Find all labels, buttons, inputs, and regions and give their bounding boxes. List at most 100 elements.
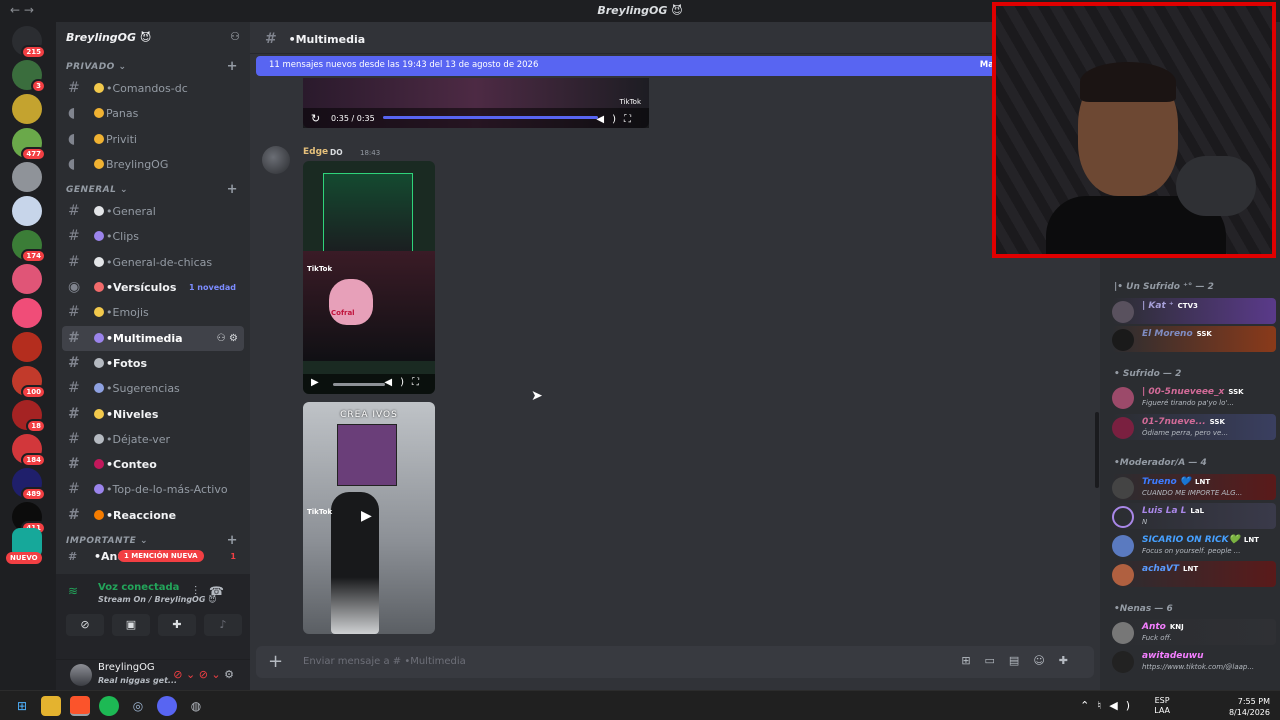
channel-item[interactable]: ▸#•Reaccione bbox=[62, 503, 244, 528]
message-input[interactable]: Enviar mensaje a # •Multimedia bbox=[303, 656, 466, 667]
disconnect-icon[interactable]: ⫶☎ bbox=[194, 584, 236, 599]
member-item[interactable]: Luis La L LaL N bbox=[1112, 503, 1276, 529]
tiktok-watermark: TikTok bbox=[307, 508, 333, 516]
new-mention-pill[interactable]: 1 MENCIÓN NUEVA bbox=[118, 550, 204, 562]
channel-item[interactable]: # •Déjate-ver bbox=[62, 427, 244, 452]
channel-item[interactable]: ▸#•Niveles bbox=[62, 402, 244, 427]
upload-plus-icon[interactable]: + bbox=[268, 651, 283, 672]
volume-fullscreen-icons[interactable]: ◀)⛶ bbox=[384, 377, 427, 388]
spotify-icon[interactable] bbox=[99, 696, 119, 716]
avatar[interactable] bbox=[262, 146, 290, 174]
avatar bbox=[1112, 387, 1134, 409]
server-icon[interactable]: 489 bbox=[12, 468, 46, 501]
member-item[interactable]: Trueno 💙 LNT CUANDO ME IMPORTE ALG... bbox=[1112, 474, 1276, 500]
add-channel-icon[interactable]: + bbox=[227, 59, 238, 74]
text-channel-icon: # bbox=[68, 506, 80, 523]
avatar[interactable] bbox=[70, 664, 92, 686]
category-privado[interactable]: PRIVADO ⌄ + bbox=[56, 54, 250, 76]
category-general[interactable]: GENERAL ⌄ + bbox=[56, 177, 250, 199]
channel-item[interactable]: # •Sugerencias bbox=[62, 376, 244, 401]
video-progress[interactable] bbox=[383, 116, 598, 119]
message-author[interactable]: Edge bbox=[303, 147, 328, 157]
add-member-icon[interactable]: ⚇ bbox=[230, 30, 240, 43]
channel-settings-icon[interactable]: ⚇ ⚙ bbox=[217, 326, 238, 351]
add-channel-icon[interactable]: + bbox=[227, 533, 238, 548]
server-icon[interactable]: 477 bbox=[12, 128, 46, 161]
channel-item[interactable]: ◖ Panas bbox=[62, 101, 244, 126]
member-name-text: | 00-5nueveee_x bbox=[1142, 387, 1225, 397]
channel-item[interactable]: ◖ BreylingOG bbox=[62, 152, 244, 177]
member-item[interactable]: SICARIO ON RICK💚 LNT Focus on yourself. p… bbox=[1112, 532, 1276, 558]
text-channel-icon: # bbox=[68, 80, 80, 96]
channel-item[interactable]: # •Clips bbox=[62, 224, 244, 249]
tray-icons[interactable]: ⌃♮◀) bbox=[1080, 699, 1138, 712]
channel-item[interactable]: # •General-de-chicas bbox=[62, 250, 244, 275]
channel-label: •Conteo bbox=[106, 458, 157, 472]
obs-icon[interactable]: ◍ bbox=[186, 696, 206, 716]
channel-item[interactable]: # •General bbox=[62, 199, 244, 224]
video-progress[interactable] bbox=[333, 383, 385, 386]
message-timestamp: 18:43 bbox=[360, 149, 381, 157]
new-messages-bar[interactable]: 11 mensajes nuevos desde las 19:43 del 1… bbox=[256, 56, 1000, 76]
add-channel-icon[interactable]: + bbox=[227, 182, 238, 197]
member-item[interactable]: awitadeuwu https://www.tiktok.com/@laap.… bbox=[1112, 648, 1276, 674]
video-attachment[interactable]: Cofral TikTok ▶ ◀)⛶ bbox=[303, 161, 435, 394]
film-icon bbox=[94, 332, 104, 343]
camera-off-button[interactable]: ⊘ bbox=[66, 614, 104, 636]
screen-share-button[interactable]: ▣ bbox=[112, 614, 150, 636]
video-player[interactable]: TikTok ↻ 0:35 / 0:35 ◀)⛶ bbox=[303, 78, 649, 128]
server-icon[interactable] bbox=[12, 298, 42, 328]
mute-deafen-settings-icons[interactable]: ⊘ ⌄ ⊘ ⌄ ⚙ bbox=[173, 668, 234, 681]
signal-icon[interactable]: ≋ bbox=[68, 584, 78, 598]
server-icon[interactable]: 18 bbox=[12, 400, 46, 433]
member-item[interactable]: | Kat ⁺ CTV3 bbox=[1112, 298, 1276, 324]
server-icon[interactable] bbox=[12, 94, 42, 124]
soundboard-button[interactable]: ♪ bbox=[204, 614, 242, 636]
replay-icon[interactable]: ↻ bbox=[311, 112, 320, 125]
play-icon[interactable]: ▶ bbox=[311, 377, 319, 388]
channel-item[interactable]: # •Comandos-dc bbox=[62, 76, 244, 101]
server-icon[interactable] bbox=[12, 196, 42, 226]
volume-fullscreen-icons[interactable]: ◀)⛶ bbox=[596, 114, 639, 125]
channel-label: •Emojis bbox=[106, 306, 149, 320]
steam-icon[interactable]: ◎ bbox=[128, 696, 148, 716]
server-icon[interactable] bbox=[12, 162, 42, 192]
server-icon[interactable]: 184 bbox=[12, 434, 46, 467]
member-item[interactable]: 01-7nueve... SSK Ódiame perra, pero ve... bbox=[1112, 414, 1276, 440]
channel-item[interactable]: # •Emojis bbox=[62, 300, 244, 325]
channel-item[interactable]: ◖ Priviti bbox=[62, 127, 244, 152]
server-header[interactable]: BreylingOG 😈 ⚇ bbox=[56, 22, 250, 54]
file-explorer-icon[interactable] bbox=[41, 696, 61, 716]
input-language[interactable]: ESP LAA bbox=[1154, 696, 1170, 716]
member-name-text: Trueno 💙 bbox=[1142, 477, 1192, 487]
channel-item-selected[interactable]: ▸#•Multimedia⚇ ⚙ bbox=[62, 325, 244, 351]
channel-item[interactable]: ▸#•Conteo bbox=[62, 452, 244, 477]
message-composer[interactable]: + Enviar mensaje a # •Multimedia ⊞▭▤☺✚ bbox=[256, 646, 1094, 678]
member-item[interactable]: achaVT LNT bbox=[1112, 561, 1276, 587]
activities-button[interactable]: ✚ bbox=[158, 614, 196, 636]
clock[interactable]: 7:55 PM 8/14/2026 bbox=[1210, 696, 1270, 718]
play-icon[interactable]: ▶ bbox=[361, 508, 372, 524]
scrollbar[interactable] bbox=[1095, 412, 1099, 488]
member-item[interactable]: El Moreno SSK bbox=[1112, 326, 1276, 352]
server-icon[interactable]: 100 bbox=[12, 366, 46, 399]
server-icon[interactable] bbox=[12, 264, 42, 294]
channel-item[interactable]: ▸#•Fotos bbox=[62, 351, 244, 376]
discord-icon[interactable] bbox=[157, 696, 177, 716]
brave-browser-icon[interactable] bbox=[70, 696, 90, 716]
video-attachment[interactable]: CREA IVOS TikTok ▶ bbox=[303, 402, 435, 634]
composer-tools-icons[interactable]: ⊞▭▤☺✚ bbox=[961, 654, 1082, 667]
channel-item[interactable]: # •Top-de-lo-más-Activo bbox=[62, 477, 244, 502]
windows-start-icon[interactable]: ⊞ bbox=[12, 696, 32, 716]
star-icon bbox=[94, 408, 104, 419]
member-item[interactable]: Anto KNJ Fuck off. bbox=[1112, 619, 1276, 645]
category-importante[interactable]: IMPORTANTE ⌄ + bbox=[56, 528, 250, 550]
server-badge: 18 bbox=[26, 419, 46, 433]
server-icon[interactable]: 3 bbox=[12, 60, 46, 93]
member-item[interactable]: | 00-5nueveee_x SSK Figueré tirando pa'yo… bbox=[1112, 384, 1276, 410]
member-name-text: SICARIO ON RICK💚 bbox=[1142, 535, 1240, 545]
server-icon[interactable] bbox=[12, 332, 42, 362]
direct-messages-icon[interactable]: 215 bbox=[12, 26, 46, 59]
server-icon[interactable]: 174 bbox=[12, 230, 46, 263]
channel-item[interactable]: ▸◉•Versículos1 novedad bbox=[62, 275, 244, 300]
